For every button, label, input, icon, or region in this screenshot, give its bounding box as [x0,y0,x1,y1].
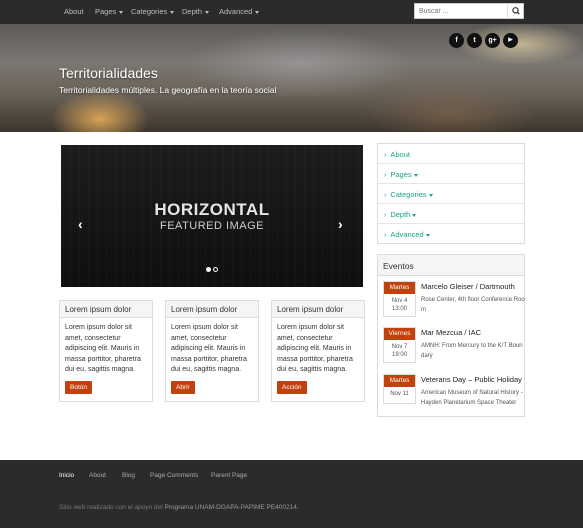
content-card: Lorem ipsum dolor Lorem ipsum dolor sit … [59,300,153,402]
event-date: Nov 7 [391,344,408,350]
caret-down-icon [413,173,418,177]
chevron-right-icon: › [384,212,387,219]
footer-link-page-comments[interactable]: Page Comments [150,472,198,479]
youtube-icon[interactable]: ▶ [503,33,518,48]
card-text: Lorem ipsum dolor sit amet, consectetur … [65,324,141,373]
event-date-badge: Martes Nov 4 13:00 [383,281,416,317]
twitter-icon[interactable]: t [467,33,482,48]
card-button[interactable]: Acción [277,381,307,394]
nav-categories-label: Categories [131,7,168,16]
nav-pages-label: Pages [95,7,117,16]
sidebar-item-label: Advanced [390,230,424,239]
slider-dot[interactable] [213,267,218,272]
event-day: Martes [384,375,415,387]
event-day: Martes [384,282,415,294]
sidebar-item-label: About [390,150,410,159]
chevron-right-icon: › [384,152,387,159]
events-heading: Eventos [378,255,524,276]
sidebar-item-label: Depth [390,210,411,219]
nav-advanced-label: Advanced [219,7,253,16]
sidebar-item-depth[interactable]: › Depth [378,204,524,224]
event-title[interactable]: Marcelo Gleiser / Dartmouth [421,282,515,291]
chevron-right-icon: › [384,192,387,199]
event-description: American Museum of Natural History - Hay… [421,390,523,406]
sidebar-menu: › About › Pages › Categories › Depth › Advanc… [377,143,525,244]
sidebar-item-pages[interactable]: › Pages [378,164,524,184]
slider-dot-active[interactable] [206,267,211,272]
event-date-badge: Viernes Nov 7 19:00 [383,327,416,363]
chevron-right-icon: › [384,172,387,179]
nav-about[interactable]: About [64,7,84,16]
caret-down-icon [428,193,433,197]
site-subtitle: Territorialidades múltiples. La geografí… [59,85,277,95]
events-widget: Eventos Martes Nov 4 13:00 Marcelo Gleis… [377,254,525,417]
caret-down-icon [119,10,124,14]
nav-depth[interactable]: Depth [182,7,210,16]
footer-credits: Sitio web realizado con el apoyo del Pro… [59,504,299,511]
site-title[interactable]: Territorialidades [59,65,158,81]
footer-link-parent-page[interactable]: Parent Page [211,472,247,479]
slide-title: HORIZONTAL [154,200,270,219]
nav-advanced[interactable]: Advanced [219,7,260,16]
sidebar-item-advanced[interactable]: › Advanced [378,224,524,244]
sidebar-item-about[interactable]: › About [378,144,524,164]
chevron-right-icon: › [384,232,387,239]
card-text: Lorem ipsum dolor sit amet, consectetur … [277,324,353,373]
caret-down-icon [170,10,175,14]
credits-text: Sitio web realizado con el apoyo del [59,504,163,511]
nav-about-label: About [64,7,84,16]
sidebar-item-label: Pages [390,170,412,179]
content-card: Lorem ipsum dolor Lorem ipsum dolor sit … [165,300,259,402]
content-card: Lorem ipsum dolor Lorem ipsum dolor sit … [271,300,365,402]
sidebar-item-categories[interactable]: › Categories [378,184,524,204]
event-date: Nov 11 [390,391,409,397]
caret-down-icon [255,10,260,14]
search-form [414,3,524,19]
event-description: Rose Center, 4th floor Conference Room [421,297,525,313]
featured-slider: HORIZONTAL FEATURED IMAGE ‹ › [61,145,363,287]
event-day: Viernes [384,328,415,340]
card-text: Lorem ipsum dolor sit amet, consectetur … [171,324,247,373]
card-button[interactable]: Botón [65,381,92,394]
caret-down-icon [205,10,210,14]
event-time: 13:00 [391,306,407,312]
event-date-badge: Martes Nov 11 [383,374,416,404]
footer-link-inicio[interactable]: Inicio [59,472,74,479]
caret-down-icon [425,233,430,237]
search-icon [512,7,520,15]
event-date: Nov 4 [391,298,408,304]
event-title[interactable]: Veterans Day – Public Holiday [421,375,522,384]
nav-pages[interactable]: Pages [95,7,124,16]
slide-subtitle: FEATURED IMAGE [160,220,264,232]
event-title[interactable]: Mar Mezcua / IAC [421,328,481,337]
facebook-icon[interactable]: f [449,33,464,48]
footer-link-blog[interactable]: Blog [122,472,135,479]
footer-link-about[interactable]: About [89,472,106,479]
event-description: AMNH: From Mercury to the K/T Boundary [421,343,523,359]
header-banner: Territorialidades Territorialidades múlt… [0,24,583,132]
card-title: Lorem ipsum dolor [166,301,258,318]
slider-next-icon[interactable]: › [338,216,343,232]
search-input[interactable] [415,4,507,18]
nav-categories[interactable]: Categories [131,7,175,16]
site-footer: Inicio About Blog Page Comments Parent P… [0,460,583,528]
card-button[interactable]: Abrir [171,381,195,394]
top-navbar: About Pages Categories Depth Advanced [0,0,583,24]
search-button[interactable] [507,4,523,18]
credits-program-link[interactable]: Programa UNAM-DGAPA-PAPIME PE400214. [165,504,299,511]
caret-down-icon [412,213,417,217]
card-title: Lorem ipsum dolor [60,301,152,318]
card-title: Lorem ipsum dolor [272,301,364,318]
event-time: 19:00 [391,352,407,358]
nav-depth-label: Depth [182,7,203,16]
sidebar-item-label: Categories [390,190,427,199]
google-plus-icon[interactable]: g+ [485,33,500,48]
slider-prev-icon[interactable]: ‹ [78,216,83,232]
